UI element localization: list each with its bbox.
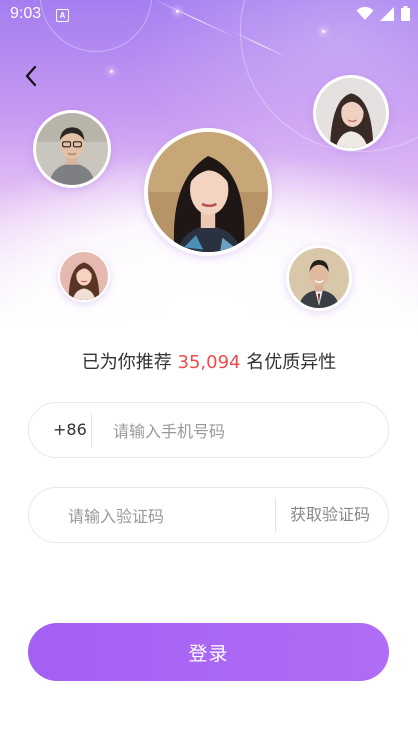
back-button[interactable] [20,64,44,88]
login-button[interactable]: 登录 [28,623,389,681]
person-photo [316,78,386,148]
person-photo [148,132,268,252]
avatar-man-glasses [33,110,111,188]
phone-field: +86 [28,402,389,459]
battery-icon [401,6,410,21]
tagline-prefix: 已为你推荐 [81,352,172,373]
person-photo [60,252,108,300]
avatar-woman-center [144,128,272,256]
status-time: 9:03 [10,5,42,22]
tagline-suffix: 名优质异性 [246,352,337,373]
decor-sparkle [110,70,113,73]
divider [91,413,92,447]
recommendation-count: 35,094 [177,352,241,373]
status-bar: 9:03 A [0,0,418,30]
notification-icon: A [56,9,69,22]
verification-code-field: 获取验证码 [28,487,389,544]
avatar-woman-top-right [313,75,389,151]
wifi-icon [356,6,374,20]
phone-input[interactable] [111,403,365,459]
person-photo [36,113,108,185]
avatar-man-suit [286,245,352,311]
signal-icon [380,6,394,21]
get-code-button[interactable]: 获取验证码 [290,488,370,542]
decor-sparkle [322,30,325,33]
recommendation-tagline: 已为你推荐 35,094 名优质异性 [0,348,418,374]
avatar-woman-small [58,250,110,302]
person-photo [289,248,349,308]
status-icons [356,6,410,21]
divider [275,498,276,532]
chevron-left-icon [25,65,37,87]
verification-code-input[interactable] [66,488,270,544]
country-code[interactable]: +86 [53,403,87,457]
